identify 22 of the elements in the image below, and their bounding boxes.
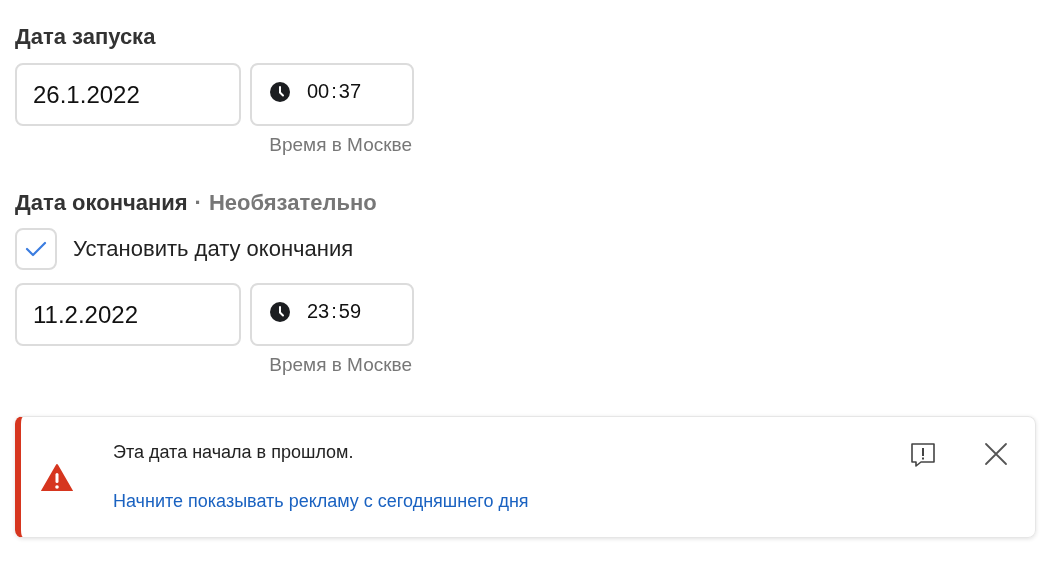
timezone-hint: Время в Москве (269, 134, 412, 156)
hours-text: 23 (307, 300, 330, 323)
minutes-text: 37 (338, 80, 362, 103)
section-heading: Дата запуска (15, 24, 157, 50)
section-heading: Дата окончания (15, 190, 188, 216)
date-field[interactable]: 11.2.2022 (15, 283, 241, 346)
time-separator: : (331, 300, 337, 323)
checkbox-label: Установить дату окончания (73, 236, 354, 262)
date-field[interactable]: 26.1.2022 (15, 63, 241, 126)
timezone-hint: Время в Москве (269, 354, 412, 376)
alert-message: Эта дата начала в прошлом. (113, 442, 355, 463)
warning-icon (41, 463, 73, 491)
time-field[interactable]: 23:59 (250, 283, 414, 346)
minutes-text: 59 (338, 300, 362, 323)
hours-text: 00 (307, 80, 330, 103)
close-icon (983, 441, 1009, 467)
separator-dot: · (194, 190, 202, 216)
time-field[interactable]: 00:37 (250, 63, 414, 126)
optional-label: Необязательно (208, 190, 377, 216)
time-separator: : (331, 80, 337, 103)
checkbox[interactable] (15, 228, 57, 270)
alert-link[interactable]: Начните показывать рекламу с сегодняшнего дня (113, 491, 529, 512)
